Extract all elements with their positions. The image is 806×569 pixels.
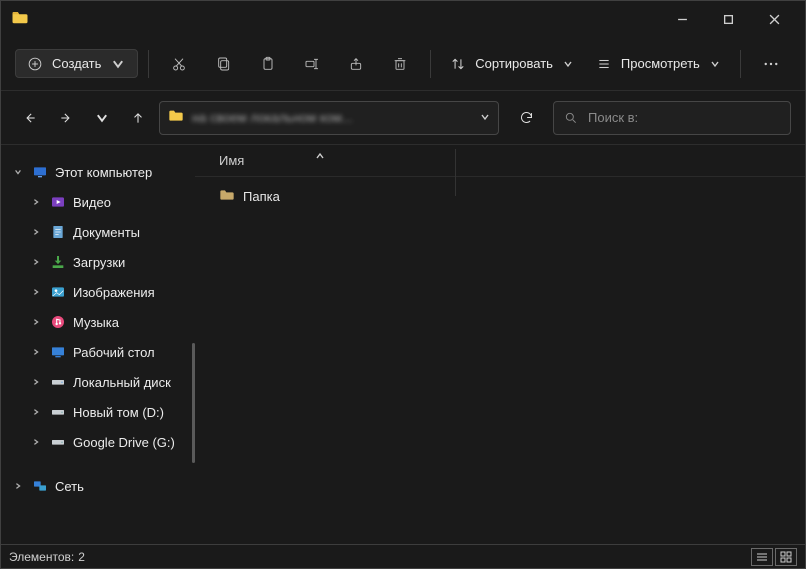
toolbar-divider (740, 50, 741, 78)
collapse-icon[interactable] (29, 438, 43, 446)
view-button[interactable]: Просмотреть (587, 50, 730, 77)
titlebar (1, 1, 805, 37)
forward-button[interactable] (51, 101, 81, 135)
sidebar-item-music[interactable]: Музыка (1, 307, 195, 337)
sidebar-item-label: Музыка (73, 315, 119, 330)
collapse-icon[interactable] (29, 378, 43, 386)
sidebar-item-label: Сеть (55, 479, 84, 494)
details-view-button[interactable] (751, 548, 773, 566)
collapse-icon[interactable] (29, 258, 43, 266)
address-path: на своем локальном ком... (192, 110, 472, 125)
sidebar-item-label: Видео (73, 195, 111, 210)
drive-icon (49, 373, 67, 391)
sidebar-item-label: Новый том (D:) (73, 405, 164, 420)
music-icon (49, 313, 67, 331)
collapse-icon[interactable] (29, 408, 43, 416)
column-name[interactable]: Имя (219, 153, 439, 168)
collapse-icon[interactable] (29, 318, 43, 326)
sidebar-item-label: Локальный диск (73, 375, 171, 390)
sidebar-item-documents[interactable]: Документы (1, 217, 195, 247)
window-folder-icon (11, 9, 29, 30)
network-icon (31, 477, 49, 495)
sidebar-item-pictures[interactable]: Изображения (1, 277, 195, 307)
download-icon (49, 253, 67, 271)
desktop-icon (49, 343, 67, 361)
document-icon (49, 223, 67, 241)
video-icon (49, 193, 67, 211)
sidebar-scrollbar[interactable] (192, 343, 195, 463)
folder-icon (219, 187, 235, 206)
sort-button-label: Сортировать (475, 56, 553, 71)
collapse-icon[interactable] (29, 348, 43, 356)
sidebar-item-label: Документы (73, 225, 140, 240)
sidebar-item-label: Рабочий стол (73, 345, 155, 360)
up-button[interactable] (123, 101, 153, 135)
sidebar-item-videos[interactable]: Видео (1, 187, 195, 217)
sort-indicator-icon (315, 149, 325, 159)
search-icon (564, 111, 578, 125)
address-bar[interactable]: на своем локальном ком... (159, 101, 499, 135)
navigation-row: на своем локальном ком... Поиск в: (1, 91, 805, 145)
address-dropdown-icon[interactable] (480, 110, 490, 125)
recent-button[interactable] (87, 101, 117, 135)
cut-button[interactable] (159, 46, 199, 82)
search-placeholder: Поиск в: (588, 110, 638, 125)
sidebar-item-label: Google Drive (G:) (73, 435, 175, 450)
column-separator[interactable] (455, 149, 456, 196)
sidebar-item-localdisk[interactable]: Локальный диск (1, 367, 195, 397)
collapse-icon[interactable] (11, 482, 25, 490)
new-button[interactable]: Создать (15, 49, 138, 78)
minimize-button[interactable] (659, 3, 705, 35)
collapse-icon[interactable] (29, 198, 43, 206)
sort-button[interactable]: Сортировать (441, 50, 583, 77)
address-folder-icon (168, 108, 184, 127)
close-button[interactable] (751, 3, 797, 35)
status-elements-label: Элементов: (9, 550, 74, 564)
status-bar: Элементов: 2 (1, 544, 805, 568)
list-item-label: Папка (243, 189, 280, 204)
sidebar-item-desktop[interactable]: Рабочий стол (1, 337, 195, 367)
refresh-button[interactable] (505, 110, 547, 125)
new-button-label: Создать (52, 56, 101, 71)
pc-icon (31, 163, 49, 181)
sidebar-item-network[interactable]: Сеть (1, 471, 195, 501)
sidebar-item-this-pc[interactable]: Этот компьютер (1, 157, 195, 187)
content-area: Имя Папка (195, 145, 805, 548)
sidebar-item-googledrive[interactable]: Google Drive (G:) (1, 427, 195, 457)
sidebar-item-downloads[interactable]: Загрузки (1, 247, 195, 277)
sidebar-item-label: Изображения (73, 285, 155, 300)
view-button-label: Просмотреть (621, 56, 700, 71)
toolbar-divider (430, 50, 431, 78)
thumbnails-view-button[interactable] (775, 548, 797, 566)
sidebar-item-newvolume[interactable]: Новый том (D:) (1, 397, 195, 427)
search-input[interactable]: Поиск в: (553, 101, 791, 135)
sidebar-item-label: Этот компьютер (55, 165, 152, 180)
sidebar: Этот компьютер Видео Документы Загрузки … (1, 145, 195, 548)
collapse-icon[interactable] (29, 288, 43, 296)
column-header[interactable]: Имя (195, 145, 805, 177)
paste-button[interactable] (248, 46, 288, 82)
drive-icon (49, 433, 67, 451)
status-elements-count: 2 (78, 550, 85, 564)
toolbar: Создать Сортировать Просмотреть (1, 37, 805, 91)
expand-icon[interactable] (11, 168, 25, 176)
file-list[interactable]: Папка (195, 177, 805, 209)
more-button[interactable] (751, 55, 791, 73)
delete-button[interactable] (380, 46, 420, 82)
maximize-button[interactable] (705, 3, 751, 35)
share-button[interactable] (336, 46, 376, 82)
list-item[interactable]: Папка (205, 183, 805, 209)
drive-icon (49, 403, 67, 421)
back-button[interactable] (15, 101, 45, 135)
rename-button[interactable] (292, 46, 332, 82)
collapse-icon[interactable] (29, 228, 43, 236)
toolbar-divider (148, 50, 149, 78)
picture-icon (49, 283, 67, 301)
sidebar-item-label: Загрузки (73, 255, 125, 270)
copy-button[interactable] (204, 46, 244, 82)
